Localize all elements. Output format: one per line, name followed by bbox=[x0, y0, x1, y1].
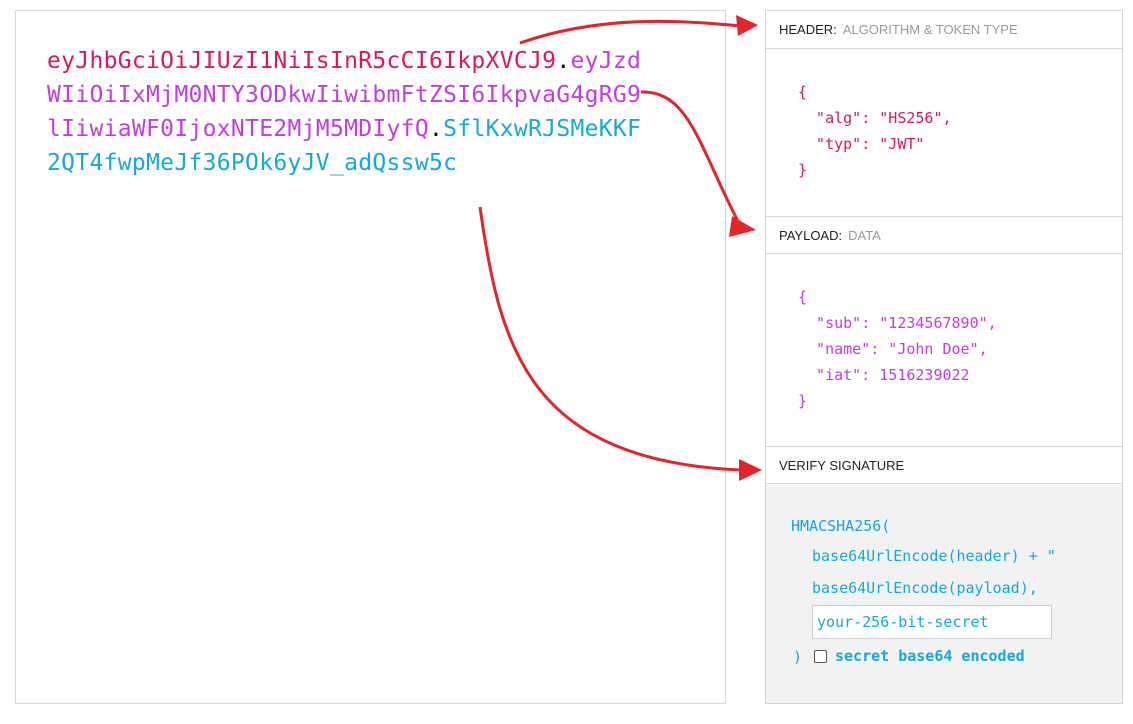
signature-arrow bbox=[478, 206, 741, 472]
header-arrow-head bbox=[736, 15, 758, 36]
header-arrow bbox=[519, 19, 741, 45]
signature-arrow-head bbox=[739, 459, 762, 481]
payload-arrow-head bbox=[729, 216, 756, 237]
payload-arrow bbox=[640, 90, 742, 226]
arrows-overlay bbox=[478, 15, 762, 481]
